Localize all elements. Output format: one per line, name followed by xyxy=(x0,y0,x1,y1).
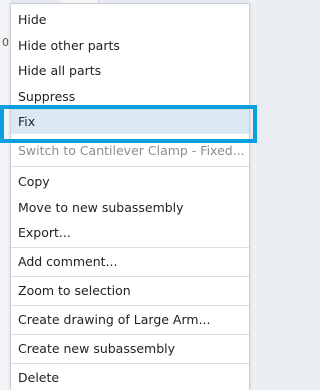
menu-item-delete[interactable]: Delete xyxy=(11,366,249,390)
context-menu: Hide Hide other parts Hide all parts Sup… xyxy=(10,3,250,390)
menu-item-hide-all-parts[interactable]: Hide all parts xyxy=(11,59,249,83)
menu-separator xyxy=(11,363,249,364)
menu-separator xyxy=(11,334,249,335)
menu-separator xyxy=(11,166,249,167)
menu-item-hide[interactable]: Hide xyxy=(11,8,249,32)
menu-item-fix[interactable]: Fix xyxy=(11,110,249,134)
menu-item-copy[interactable]: Copy xyxy=(11,170,249,194)
menu-item-suppress[interactable]: Suppress xyxy=(11,85,249,109)
menu-item-create-drawing[interactable]: Create drawing of Large Arm... xyxy=(11,308,249,332)
menu-separator xyxy=(11,247,249,248)
menu-separator xyxy=(11,276,249,277)
background-right-panel xyxy=(250,0,257,390)
menu-item-hide-other-parts[interactable]: Hide other parts xyxy=(11,34,249,58)
menu-item-move-to-new-subassembly[interactable]: Move to new subassembly xyxy=(11,196,249,220)
menu-item-switch-to-cantilever-clamp[interactable]: Switch to Cantilever Clamp - Fixed... xyxy=(11,139,249,163)
menu-item-add-comment[interactable]: Add comment... xyxy=(11,250,249,274)
menu-item-zoom-to-selection[interactable]: Zoom to selection xyxy=(11,279,249,303)
menu-separator xyxy=(11,305,249,306)
menu-item-create-new-subassembly[interactable]: Create new subassembly xyxy=(11,337,249,361)
menu-item-export[interactable]: Export... xyxy=(11,221,249,245)
